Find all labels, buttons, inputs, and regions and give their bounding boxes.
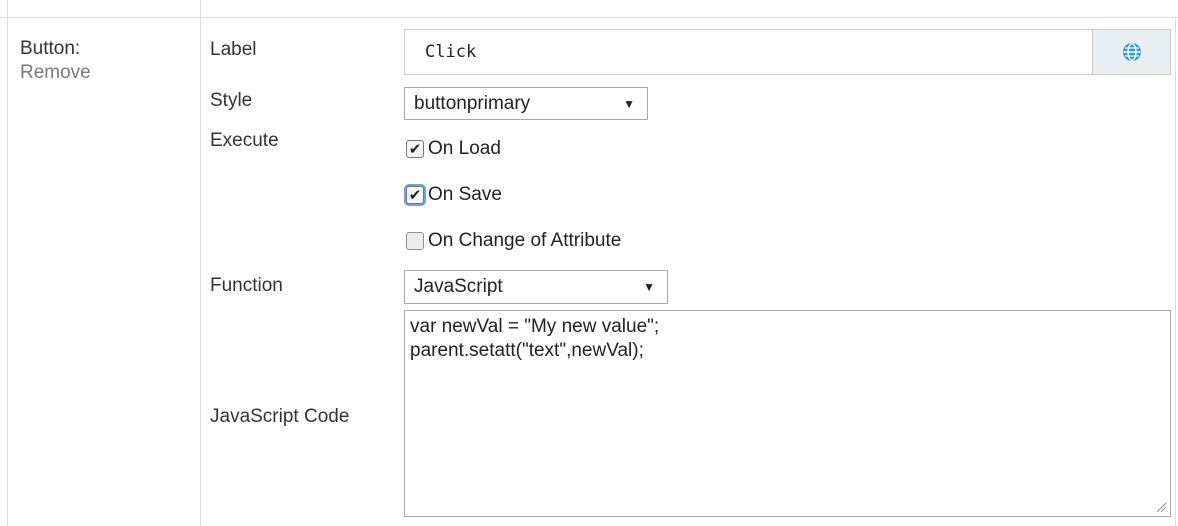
- globe-icon: [1122, 43, 1141, 61]
- label-input[interactable]: [405, 30, 1092, 74]
- function-selected-value: JavaScript: [414, 276, 503, 297]
- row-header: Button: Remove: [20, 37, 91, 85]
- section-title: Button:: [20, 38, 81, 59]
- label-input-group: [404, 29, 1171, 75]
- javascript-code-field-label: JavaScript Code: [210, 406, 350, 427]
- style-selected-value: buttonprimary: [414, 92, 531, 114]
- button-config-panel: Button: Remove Label Style buttonprimary…: [0, 0, 1178, 526]
- javascript-code-textarea[interactable]: var newVal = "My new value"; parent.seta…: [404, 310, 1171, 517]
- checkbox-label: On Save: [428, 184, 502, 205]
- style-field-label: Style: [210, 90, 253, 111]
- checkbox-icon[interactable]: ✔: [406, 186, 424, 204]
- checkbox-label: On Load: [428, 138, 501, 159]
- function-select[interactable]: JavaScript ▼: [404, 270, 668, 304]
- resize-handle-icon[interactable]: [1155, 501, 1167, 513]
- label-field-label: Label: [210, 39, 257, 60]
- dropdown-arrow-icon: ▼: [643, 280, 655, 294]
- checkbox-on-load[interactable]: ✔ On Load: [406, 138, 501, 160]
- style-select[interactable]: buttonprimary ▼: [404, 87, 648, 120]
- checkbox-label: On Change of Attribute: [428, 230, 622, 251]
- checkbox-on-change-of-attribute[interactable]: On Change of Attribute: [406, 230, 621, 252]
- function-field-label: Function: [210, 275, 283, 296]
- checkbox-on-save[interactable]: ✔ On Save: [406, 184, 502, 206]
- dropdown-arrow-icon: ▼: [623, 96, 635, 111]
- checkbox-icon[interactable]: ✔: [406, 140, 424, 158]
- execute-field-label: Execute: [210, 130, 279, 151]
- column-border-left: [7, 0, 8, 526]
- row-divider: [0, 17, 1178, 18]
- translate-button[interactable]: [1092, 30, 1170, 74]
- checkbox-icon[interactable]: [406, 232, 424, 250]
- column-border-middle: [200, 0, 201, 526]
- remove-link[interactable]: Remove: [20, 61, 91, 85]
- column-border-right: [1175, 17, 1176, 526]
